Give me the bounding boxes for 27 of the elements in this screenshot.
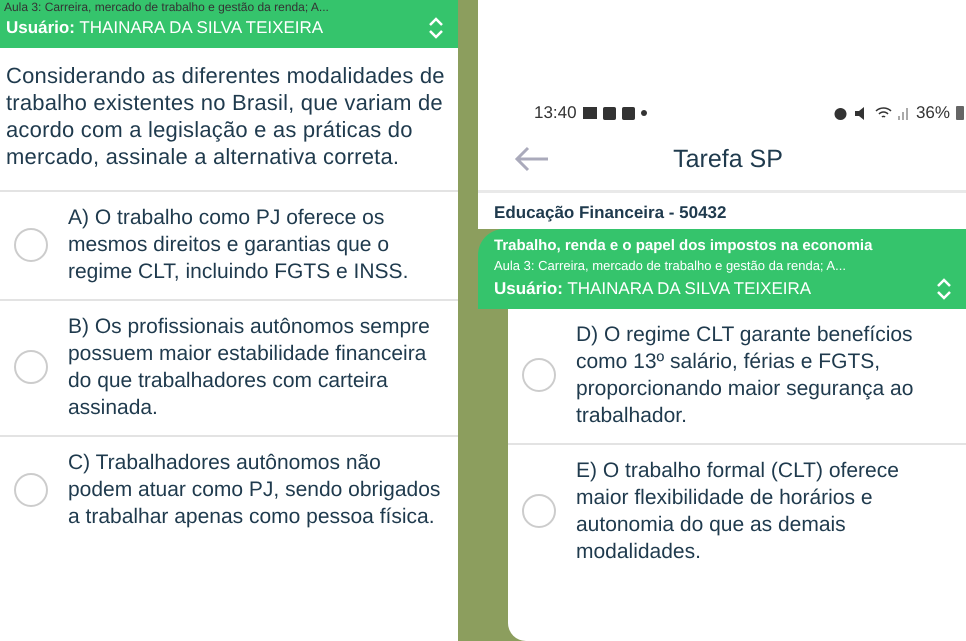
battery-percent: 36% — [916, 103, 950, 123]
chevron-up-down-icon[interactable] — [936, 277, 952, 301]
dot-icon — [640, 110, 647, 116]
radio-button[interactable] — [522, 494, 556, 528]
chevron-up-down-icon[interactable] — [428, 16, 444, 40]
option-text: B) Os profissionais autônomos sempre possuem maior estabilidade financeira do que trabalhadores com carteira assinada. — [68, 314, 431, 421]
option-text: C) Trabalhadores autônomos não podem atuar como PJ, sendo obrigados a trabalhar apenas como pessoa física. — [68, 450, 442, 530]
option-text: D) O regime CLT garante benefícios como 13º salário, férias e FGTS, proporcionando maior segurança ao trabalhador. — [576, 322, 914, 429]
signal-icon — [898, 106, 910, 120]
radio-button[interactable] — [14, 350, 48, 384]
user-name: Usuário: THAINARA DA SILVA TEIXEIRA — [494, 279, 812, 299]
radio-button[interactable] — [14, 228, 48, 262]
lesson-title: Trabalho, renda e o papel dos impostos na economia — [494, 237, 874, 254]
page-title: Tarefa SP — [672, 144, 784, 174]
radio-button[interactable] — [14, 472, 48, 506]
back-arrow-icon — [514, 145, 550, 173]
user-name: Usuário: THAINARA DA SILVA TEIXEIRA — [6, 18, 324, 38]
lesson-subtitle: Aula 3: Carreira, mercado de trabalho e gestão da renda; A... — [494, 258, 847, 273]
clock-time: 13:40 — [534, 103, 577, 123]
wifi-icon — [874, 106, 892, 120]
option-text: A) O trabalho como PJ oferece os mesmos direitos e garantias que o regime CLT, incluindo FGTS e INSS. — [68, 205, 410, 285]
battery-icon — [956, 106, 964, 120]
lesson-subtitle: Aula 3: Carreira, mercado de trabalho e gestão da renda; A... — [0, 0, 458, 14]
image-icon — [582, 107, 597, 119]
back-button[interactable] — [514, 145, 550, 173]
radio-button[interactable] — [522, 358, 556, 392]
option-text: E) O trabalho formal (CLT) oferece maior flexibilidade de horários e autonomia do que as demais modalidades. — [576, 458, 900, 565]
